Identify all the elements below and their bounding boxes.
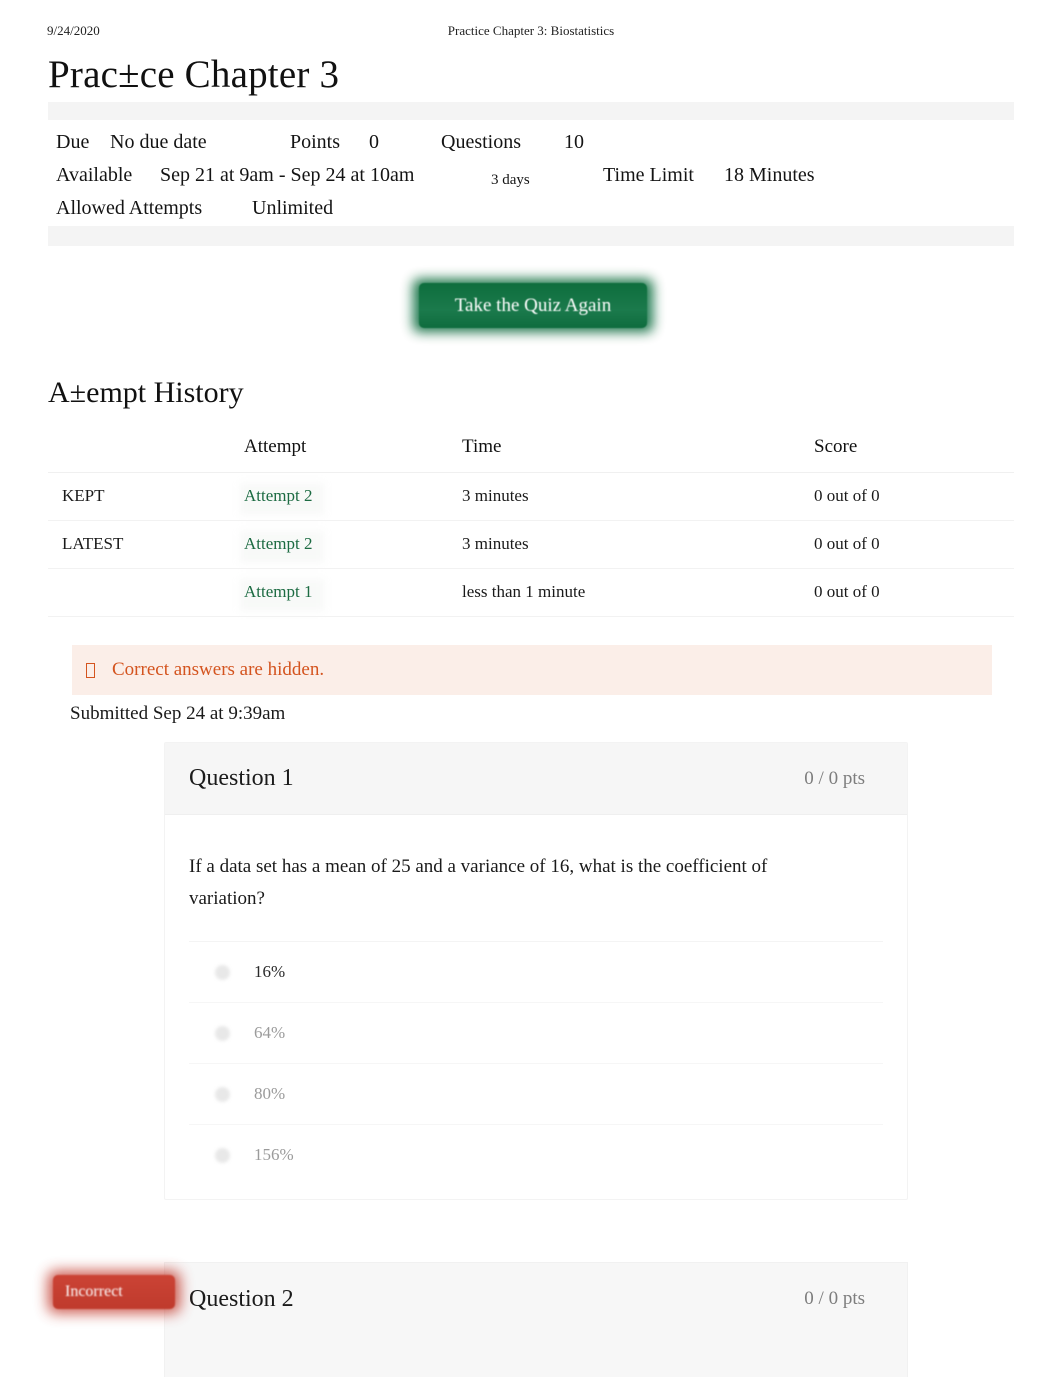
hidden-answers-notice: Correct answers are hidden. <box>72 645 992 695</box>
questions-label: Questions <box>441 131 521 153</box>
take-quiz-again-button[interactable]: Take the Quiz Again <box>413 279 653 332</box>
available-label: Available <box>56 164 133 186</box>
answer-list: 16% 64% 80% 156% <box>189 941 883 1185</box>
allowed-attempts-label: Allowed Attempts <box>56 197 203 219</box>
details-top-divider <box>48 102 1014 120</box>
question-title: Question 2 <box>189 1285 294 1312</box>
question-body: If a data set has a mean of 25 and a var… <box>165 815 907 1199</box>
radio-icon[interactable] <box>215 1086 230 1102</box>
submitted-timestamp: Submitted Sep 24 at 9:39am <box>70 703 286 724</box>
table-row: KEPT Attempt 2 3 minutes 0 out of 0 <box>48 472 1014 521</box>
column-header-status <box>48 430 244 473</box>
table-header-row: Attempt Time Score <box>48 430 1014 473</box>
time-limit-value: 18 Minutes <box>724 164 815 186</box>
column-header-attempt: Attempt <box>244 430 462 473</box>
question-text: If a data set has a mean of 25 and a var… <box>189 856 768 909</box>
radio-icon[interactable] <box>215 964 230 980</box>
print-header: 9/24/2020 Practice Chapter 3: Biostatist… <box>0 23 1062 43</box>
status-badge: Incorrect <box>48 1271 180 1313</box>
time-limit-label: Time Limit <box>603 164 694 186</box>
question-card: Question 1 0 / 0 pts If a data set has a… <box>164 742 908 1200</box>
hidden-answers-notice-text: Correct answers are hidden. <box>112 659 325 680</box>
print-document-title: Practice Chapter 3: Biostatistics <box>447 23 615 38</box>
attempt-history-table: Attempt Time Score KEPT Attempt 2 3 minu… <box>48 430 1014 617</box>
attempt-link[interactable]: Attempt 2 <box>244 486 312 506</box>
question-points: 0 / 0 pts <box>804 1288 865 1309</box>
attempt-score: 0 out of 0 <box>814 520 1014 569</box>
page-title: Prac±ce Chapter 3 <box>48 53 340 96</box>
attempt-link[interactable]: Attempt 2 <box>244 534 312 554</box>
answer-label: 64% <box>254 1023 286 1042</box>
attempt-status: LATEST <box>48 520 244 569</box>
question-header: Question 1 0 / 0 pts <box>165 743 907 815</box>
warning-icon <box>86 662 95 678</box>
table-row: LATEST Attempt 2 3 minutes 0 out of 0 <box>48 520 1014 569</box>
attempt-history-title: A±empt History <box>48 376 244 409</box>
answer-option[interactable]: 156% <box>189 1124 883 1185</box>
incorrect-badge-label: Incorrect <box>53 1275 175 1309</box>
question-header: Question 2 0 / 0 pts <box>165 1263 907 1335</box>
attempt-time: less than 1 minute <box>462 568 814 617</box>
column-header-time: Time <box>462 430 814 473</box>
available-duration: 3 days <box>491 172 530 188</box>
attempt-time: 3 minutes <box>462 472 814 521</box>
question-points: 0 / 0 pts <box>804 767 865 789</box>
details-bottom-divider <box>48 226 1014 246</box>
question-card: Question 2 0 / 0 pts <box>164 1262 908 1377</box>
attempt-time: 3 minutes <box>462 520 814 569</box>
radio-icon[interactable] <box>215 1147 230 1163</box>
answer-option[interactable]: 16% <box>189 941 883 1002</box>
answer-label: 16% <box>254 962 286 981</box>
points-value: 0 <box>369 131 379 153</box>
take-quiz-again-label[interactable]: Take the Quiz Again <box>419 283 647 328</box>
column-header-score: Score <box>814 430 1014 473</box>
radio-icon[interactable] <box>215 1025 230 1041</box>
points-label: Points <box>290 131 341 153</box>
attempt-score: 0 out of 0 <box>814 568 1014 617</box>
table-row: Attempt 1 less than 1 minute 0 out of 0 <box>48 568 1014 617</box>
attempt-link[interactable]: Attempt 1 <box>244 582 312 602</box>
attempt-score: 0 out of 0 <box>814 472 1014 521</box>
answer-option[interactable]: 64% <box>189 1002 883 1063</box>
available-value: Sep 21 at 9am - Sep 24 at 10am <box>160 164 415 186</box>
allowed-attempts-value: Unlimited <box>252 197 334 219</box>
question-title: Question 1 <box>189 765 294 791</box>
questions-value: 10 <box>564 131 584 153</box>
due-value: No due date <box>110 131 207 153</box>
answer-label: 80% <box>254 1084 286 1103</box>
answer-option[interactable]: 80% <box>189 1063 883 1124</box>
attempt-status <box>48 568 244 617</box>
answer-label: 156% <box>254 1145 294 1164</box>
due-label: Due <box>56 131 90 153</box>
attempt-status: KEPT <box>48 472 244 521</box>
